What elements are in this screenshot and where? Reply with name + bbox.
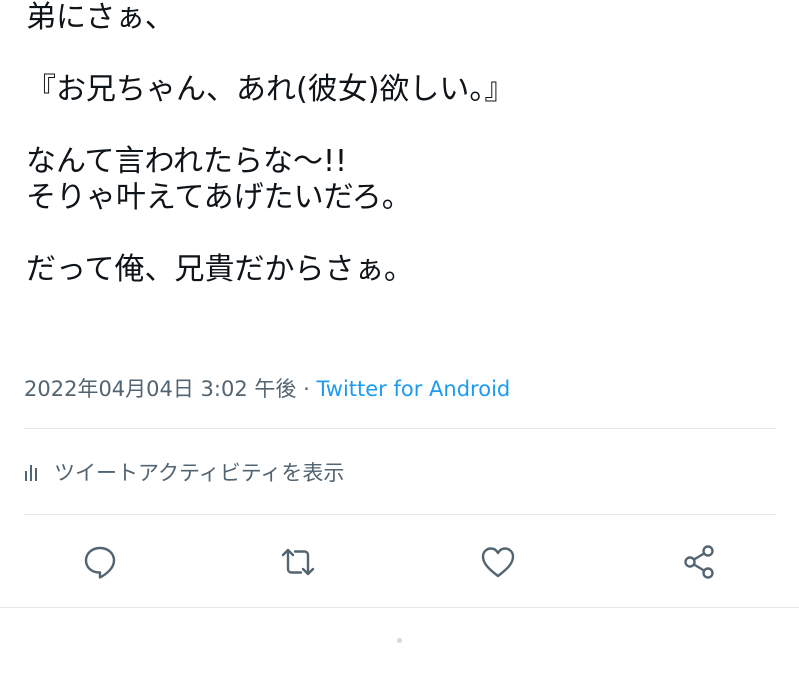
tweet-line: 『お兄ちゃん、あれ(彼女)欲しい。』 [26, 72, 515, 107]
activity-label: ツイートアクティビティを表示 [54, 461, 345, 485]
tweet-activity-link[interactable]: ツイートアクティビティを表示 [24, 456, 344, 488]
reply-button[interactable] [76, 538, 124, 586]
tweet-timestamp[interactable]: 2022年04月04日 3:02 午後 [24, 377, 296, 401]
tweet-actions [0, 538, 799, 592]
tweet-meta: 2022年04月04日 3:02 午後 · Twitter for Androi… [24, 374, 510, 404]
bar-chart-icon [25, 465, 37, 481]
tweet-line: そりゃ叶えてあげたいだろ。 [26, 180, 412, 215]
like-button[interactable] [474, 538, 522, 586]
heart-icon [481, 547, 515, 578]
divider [24, 514, 776, 515]
tweet-line: 弟にさぁ、 [26, 0, 175, 35]
divider [0, 607, 799, 608]
retweet-icon [281, 548, 315, 576]
meta-separator: · [296, 377, 317, 401]
reply-icon [84, 546, 116, 579]
tweet-line: だって俺、兄貴だからさぁ。 [26, 252, 414, 287]
tweet-line: なんて言われたらな〜!! [26, 144, 348, 179]
share-icon [684, 545, 714, 579]
tweet-body: 弟にさぁ、 『お兄ちゃん、あれ(彼女)欲しい。』 なんて言われたらな〜!! そり… [26, 0, 786, 288]
share-button[interactable] [675, 538, 723, 586]
tweet-source-link[interactable]: Twitter for Android [316, 377, 510, 401]
divider [24, 428, 776, 429]
retweet-button[interactable] [274, 538, 322, 586]
page-indicator-dot [397, 638, 402, 643]
